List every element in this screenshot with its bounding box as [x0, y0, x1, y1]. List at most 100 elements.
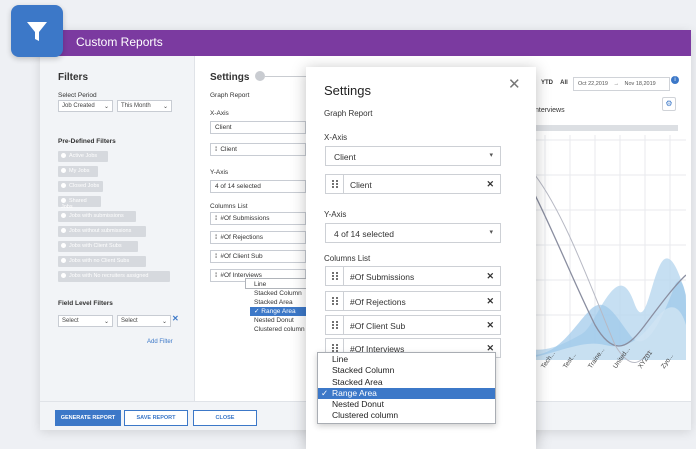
check-circle-icon — [61, 198, 66, 203]
period-value: This Month — [121, 103, 151, 109]
close-button[interactable]: CLOSE — [193, 410, 257, 426]
date-to: Nov 18,2019 — [624, 81, 656, 87]
chip-label: Active Jobs — [69, 153, 98, 159]
graph-report-label: Graph Report — [324, 109, 373, 118]
field-select-2[interactable]: Select ⌄ — [117, 315, 171, 327]
arrow-icon: → — [613, 81, 620, 87]
field-select-1[interactable]: Select ⌄ — [58, 315, 113, 327]
ytd-label: YTD — [541, 80, 553, 86]
filter-badge[interactable] — [11, 5, 63, 57]
xaxis-label-back: X-Axis — [210, 110, 229, 117]
field-level-heading: Field Level Filters — [58, 300, 113, 307]
yaxis-select-back[interactable]: 4 of 14 selected — [210, 180, 306, 193]
generate-report-button[interactable]: GENERATE REPORT — [55, 410, 121, 426]
add-filter-link[interactable]: Add Filter — [147, 339, 173, 345]
option-label: Stacked Column — [332, 365, 395, 376]
drag-handle-icon[interactable]: ⁞⁞ — [215, 147, 218, 153]
field-select-2-value: Select — [121, 318, 138, 324]
predefined-filter-chip[interactable]: Closed Jobs — [58, 181, 103, 192]
xaxis-select[interactable]: Client ▾ — [325, 146, 501, 166]
predefined-filter-chip[interactable]: Jobs without submissions — [58, 226, 146, 237]
predefined-filter-chip[interactable]: Jobs with submissions — [58, 211, 136, 222]
chart-type-option[interactable]: ✓ Range Area — [318, 387, 495, 400]
yaxis-label: Y-Axis — [324, 210, 347, 219]
yaxis-select-value: 4 of 14 selected — [334, 229, 395, 239]
chart-title: nterviews — [535, 107, 565, 114]
predefined-filter-chip[interactable]: Shared Jobs — [58, 196, 101, 210]
column-item: #Of Submissions ✕ — [325, 266, 501, 286]
period-type-select[interactable]: Job Created ⌄ — [58, 100, 113, 112]
remove-icon[interactable]: ✕ — [486, 271, 494, 282]
remove-icon[interactable]: ✕ — [486, 296, 494, 307]
date-range-picker[interactable]: Oct 22,2019 → Nov 18,2019 — [573, 77, 670, 91]
option-label: Nested Donut — [254, 317, 294, 324]
range-area-chart — [535, 135, 686, 363]
period-value-select[interactable]: This Month ⌄ — [117, 100, 172, 112]
graph-report-label-back: Graph Report — [210, 92, 250, 99]
column-item: #Of Client Sub ✕ — [325, 315, 501, 335]
remove-icon[interactable]: ✕ — [486, 179, 494, 190]
xaxis-select-value: Client — [334, 152, 356, 162]
yaxis-select[interactable]: 4 of 14 selected ▾ — [325, 223, 501, 243]
predefined-heading: Pre-Defined Filters — [58, 138, 116, 145]
option-label: Range Area — [332, 387, 377, 398]
app-header: ‹ Custom Reports — [40, 30, 691, 56]
column-label: #Of Rejections — [350, 297, 406, 307]
connector-line — [265, 76, 310, 77]
xaxis-item-label-back: Client — [220, 146, 237, 153]
drag-handle-icon[interactable] — [326, 292, 344, 310]
drag-handle-icon[interactable]: ⁞⁞ — [215, 235, 218, 241]
check-circle-icon — [61, 258, 66, 263]
check-icon: ✓ — [321, 387, 329, 398]
predefined-filter-chip[interactable]: Active Jobs — [58, 151, 108, 162]
remove-icon[interactable]: ✕ — [486, 320, 494, 331]
all-button[interactable]: All — [557, 78, 571, 90]
close-icon[interactable]: ✕ — [508, 75, 521, 93]
column-label: #Of Submissions — [350, 272, 415, 282]
info-icon[interactable]: i — [671, 76, 679, 84]
xaxis-select-back[interactable]: Client — [210, 121, 306, 134]
drag-handle-icon[interactable] — [326, 175, 344, 193]
columns-label-back: Columns List — [210, 203, 248, 210]
settings-heading-back: Settings — [210, 72, 250, 83]
chart-type-option[interactable]: Nested Donut — [318, 399, 495, 410]
chart-type-option[interactable]: Stacked Column — [318, 365, 495, 376]
ytd-button[interactable]: YTD — [535, 78, 559, 90]
chip-label: Jobs without submissions — [69, 228, 132, 234]
drag-handle-icon[interactable]: ⁞⁞ — [215, 273, 218, 279]
chart-type-option[interactable]: Line — [318, 354, 495, 365]
chevron-down-icon: ⌄ — [103, 319, 109, 325]
predefined-filter-chip[interactable]: Jobs with Client Subs — [58, 241, 138, 252]
chart-type-dropdown[interactable]: Line Stacked Column Stacked Area ✓ Range Are… — [317, 352, 496, 424]
drag-handle-icon[interactable] — [326, 316, 344, 334]
column-item-back: ⁞⁞ #Of Client Sub — [210, 250, 306, 263]
chart-type-option[interactable]: Clustered column — [318, 410, 495, 421]
drag-handle-icon[interactable]: ⁞⁞ — [215, 216, 218, 222]
check-circle-icon — [61, 168, 66, 173]
chart-scrollbar[interactable] — [535, 125, 678, 131]
remove-filter-icon[interactable]: ✕ — [172, 314, 179, 323]
check-circle-icon — [61, 183, 66, 188]
chip-label: Jobs with Client Subs — [69, 243, 122, 249]
column-label-back: #Of Rejections — [220, 234, 263, 241]
option-label: Line — [254, 281, 267, 288]
save-report-button[interactable]: SAVE REPORT — [124, 410, 188, 426]
predefined-filter-chip[interactable]: My Jobs — [58, 166, 98, 177]
option-label: Line — [332, 354, 349, 364]
option-label: Range Area — [261, 308, 296, 315]
drag-handle-icon[interactable]: ⁞⁞ — [215, 254, 218, 260]
column-item-back: ⁞⁞ #Of Submissions — [210, 212, 306, 225]
check-circle-icon — [61, 243, 66, 248]
column-item-back: ⁞⁞ #Of Rejections — [210, 231, 306, 244]
column-label-back: #Of Submissions — [220, 215, 270, 222]
caret-down-icon: ▾ — [489, 229, 493, 236]
xaxis-item: Client ✕ — [325, 174, 501, 194]
all-label: All — [560, 80, 568, 86]
drag-handle-icon[interactable] — [326, 267, 344, 285]
chart-type-option[interactable]: Stacked Area — [318, 377, 495, 388]
predefined-filter-chip[interactable]: Jobs with No recruiters assigned — [58, 271, 170, 282]
chip-label: Jobs with submissions — [69, 213, 124, 219]
predefined-filter-chip[interactable]: Jobs with no Client Subs — [58, 256, 146, 267]
gear-icon[interactable]: ⚙ — [662, 97, 676, 111]
option-label: Clustered column — [254, 326, 305, 333]
